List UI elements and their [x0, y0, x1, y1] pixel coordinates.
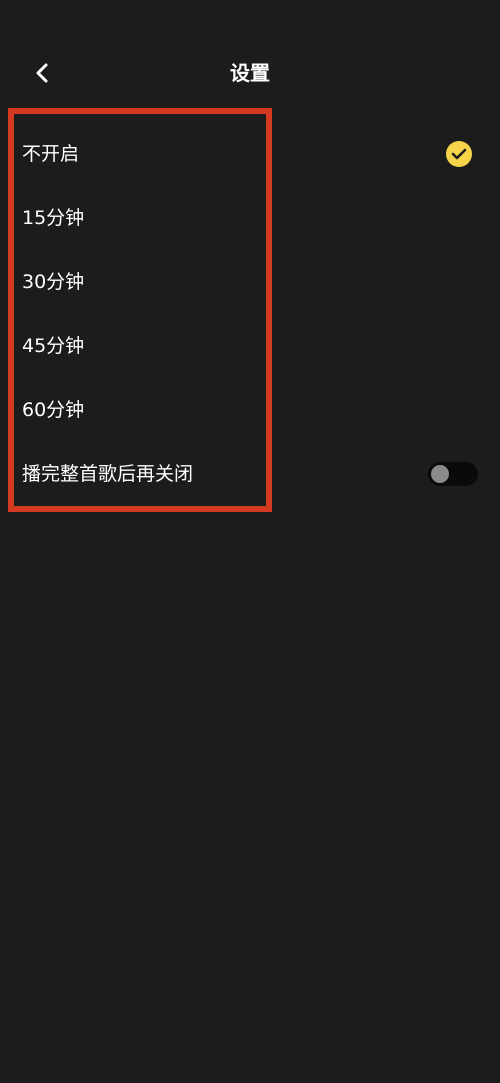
chevron-left-icon — [36, 63, 48, 83]
option-30-min[interactable]: 30分钟 — [0, 250, 500, 314]
option-45-min[interactable]: 45分钟 — [0, 314, 500, 378]
option-label: 60分钟 — [22, 399, 85, 421]
header-bar: 设置 — [0, 44, 500, 102]
option-label: 不开启 — [22, 143, 80, 165]
option-off[interactable]: 不开启 — [0, 122, 500, 186]
option-60-min[interactable]: 60分钟 — [0, 378, 500, 442]
check-icon — [446, 141, 472, 167]
timer-options-list: 不开启 15分钟 30分钟 45分钟 60分钟 播完整首歌后再关闭 — [0, 122, 500, 506]
back-button[interactable] — [28, 58, 56, 88]
finish-song-label: 播完整首歌后再关闭 — [22, 463, 194, 485]
toggle-knob — [431, 465, 449, 483]
option-label: 30分钟 — [22, 271, 85, 293]
option-label: 15分钟 — [22, 207, 85, 229]
option-label: 45分钟 — [22, 335, 85, 357]
finish-song-row: 播完整首歌后再关闭 — [0, 442, 500, 506]
option-15-min[interactable]: 15分钟 — [0, 186, 500, 250]
page-title: 设置 — [230, 61, 270, 85]
finish-song-toggle[interactable] — [428, 462, 478, 486]
